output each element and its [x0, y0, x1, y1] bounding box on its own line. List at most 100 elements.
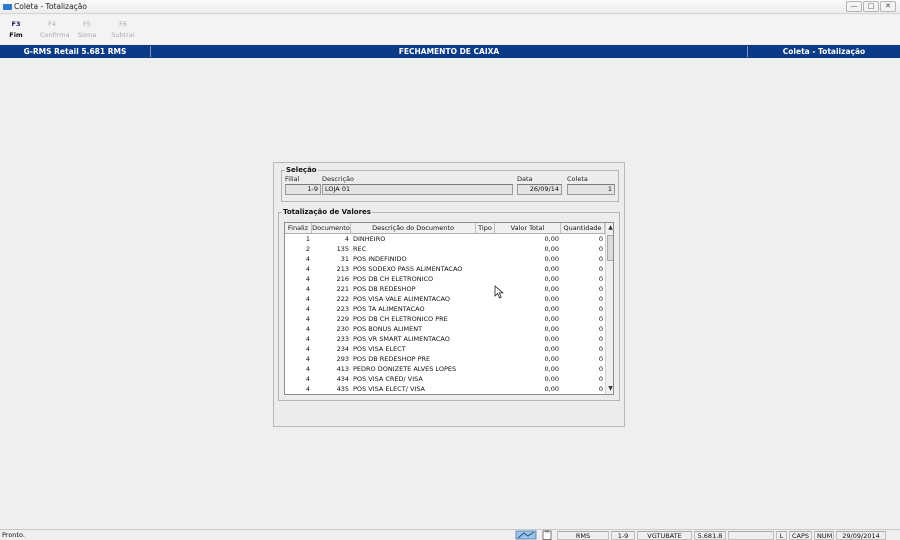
status-message: Pronto.: [2, 531, 25, 539]
cell-documento: 221: [336, 285, 349, 293]
cell-valor-total: 0,00: [544, 275, 559, 283]
cell-descricao: POS VISA VALE ALIMENTACAO: [353, 295, 450, 303]
grid-header: Finaliz Documento Descrição do Documento…: [285, 223, 605, 234]
cell-quantidade: 0: [598, 335, 603, 343]
f6-subtrai-button[interactable]: F6 Subtrai: [111, 19, 135, 41]
table-row[interactable]: 2 135 REC 0,00 0: [285, 244, 605, 254]
screen-title: FECHAMENTO DE CAIXA: [398, 47, 500, 56]
cell-valor-total: 0,00: [544, 265, 559, 273]
cell-finaliz: 4: [305, 345, 310, 353]
cell-valor-total: 0,00: [544, 375, 559, 383]
cell-valor-total: 0,00: [544, 315, 559, 323]
cell-documento: 213: [336, 265, 349, 273]
cell-documento: 31: [340, 255, 349, 263]
col-valor-header[interactable]: Valor Total: [495, 223, 561, 233]
cell-finaliz: 2: [305, 245, 310, 253]
scroll-thumb[interactable]: [607, 235, 613, 261]
table-row[interactable]: 4 233 POS VR SMART ALIMENTACAO 0,00 0: [285, 334, 605, 344]
cell-documento: 434: [336, 375, 349, 383]
cell-quantidade: 0: [598, 265, 603, 273]
cell-tipo: [476, 274, 495, 284]
f6-key: F6: [119, 20, 127, 28]
status-bar: Pronto. RMS 1-9 VGTUBATE 5.681.8 L CAPS …: [0, 529, 900, 540]
cell-documento: 413: [336, 365, 349, 373]
table-row[interactable]: 4 230 POS BONUS ALIMENT 0,00 0: [285, 324, 605, 334]
cell-descricao: PEDRO DONIZETE ALVES LOPES: [353, 365, 457, 373]
data-field[interactable]: 26/09/14: [517, 184, 562, 195]
coleta-field[interactable]: 1: [567, 184, 615, 195]
window-title: Coleta - Totalização: [14, 2, 87, 11]
cell-tipo: [476, 264, 495, 274]
table-row[interactable]: 4 222 POS VISA VALE ALIMENTACAO 0,00 0: [285, 294, 605, 304]
col-finaliz-header[interactable]: Finaliz: [285, 223, 312, 233]
status-caps: CAPS: [789, 531, 812, 540]
filial-field[interactable]: 1-9: [285, 184, 321, 195]
maximize-button[interactable]: □: [863, 1, 879, 12]
data-label: Data: [517, 175, 533, 183]
cell-descricao: POS VISA ELECT: [353, 345, 406, 353]
cell-quantidade: 0: [598, 295, 603, 303]
table-row[interactable]: 4 234 POS VISA ELECT 0,00 0: [285, 344, 605, 354]
cell-tipo: [476, 384, 495, 394]
cell-descricao: POS VISA CRED/ VISA: [353, 375, 423, 383]
cell-documento: 293: [336, 355, 349, 363]
col-quantidade-header[interactable]: Quantidade: [561, 223, 605, 233]
scroll-up-icon[interactable]: ▲: [606, 223, 613, 233]
f5-soma-button[interactable]: F5 Soma: [75, 19, 99, 41]
table-row[interactable]: 1 4 DINHEIRO 0,00 0: [285, 234, 605, 244]
cell-descricao: POS DB CH ELETRONICO PRE: [353, 315, 448, 323]
table-row[interactable]: 4 434 POS VISA CRED/ VISA 0,00 0: [285, 374, 605, 384]
cell-quantidade: 0: [598, 305, 603, 313]
status-system: RMS: [557, 531, 609, 540]
minimize-button[interactable]: —: [846, 1, 862, 12]
cell-tipo: [476, 324, 495, 334]
cell-quantidade: 0: [598, 285, 603, 293]
cell-finaliz: 4: [305, 385, 310, 393]
cell-finaliz: 4: [305, 315, 310, 323]
cell-quantidade: 0: [598, 355, 603, 363]
cell-descricao: POS SODEXO PASS ALIMENTACAO: [353, 265, 463, 273]
cell-tipo: [476, 344, 495, 354]
filial-label: Filial: [285, 175, 300, 183]
f3-fim-button[interactable]: F3 Fim: [4, 19, 28, 41]
grid-vertical-scrollbar[interactable]: ▲ ▼: [605, 223, 613, 394]
col-descricao-header[interactable]: Descrição do Documento: [351, 223, 476, 233]
clipboard-icon: [542, 530, 552, 540]
table-row[interactable]: 4 213 POS SODEXO PASS ALIMENTACAO 0,00 0: [285, 264, 605, 274]
table-row[interactable]: 4 229 POS DB CH ELETRONICO PRE 0,00 0: [285, 314, 605, 324]
descricao-field[interactable]: LOJA 01: [322, 184, 513, 195]
selecao-legend: Seleção: [286, 166, 317, 174]
cell-documento: 435: [336, 385, 349, 393]
cell-descricao: POS INDEFINIDO: [353, 255, 407, 263]
totalizacao-grid[interactable]: Finaliz Documento Descrição do Documento…: [284, 222, 614, 395]
table-row[interactable]: 4 435 POS VISA ELECT/ VISA 0,00 0: [285, 384, 605, 394]
table-row[interactable]: 4 223 POS TA ALIMENTACAO 0,00 0: [285, 304, 605, 314]
status-empty: [728, 531, 774, 540]
f4-confirma-button[interactable]: F4 Confirma: [40, 19, 70, 41]
table-row[interactable]: 4 31 POS INDEFINIDO 0,00 0: [285, 254, 605, 264]
mouse-pointer-icon: [494, 285, 504, 299]
cell-quantidade: 0: [598, 235, 603, 243]
table-row[interactable]: 4 413 PEDRO DONIZETE ALVES LOPES 0,00 0: [285, 364, 605, 374]
scroll-down-icon[interactable]: ▼: [606, 384, 613, 394]
table-row[interactable]: 4 216 POS DB CH ELETRONICO 0,00 0: [285, 274, 605, 284]
system-name: G-RMS Retail 5.681 RMS: [23, 47, 127, 56]
f3-label: Fim: [9, 31, 23, 39]
f5-key: F5: [83, 20, 91, 28]
cell-tipo: [476, 284, 495, 294]
col-documento-header[interactable]: Documento: [312, 223, 351, 233]
cell-finaliz: 4: [305, 285, 310, 293]
status-filial: 1-9: [611, 531, 635, 540]
col-tipo-header[interactable]: Tipo: [476, 223, 495, 233]
cell-finaliz: 1: [305, 235, 310, 243]
cell-valor-total: 0,00: [544, 245, 559, 253]
cell-descricao: POS DB REDESHOP: [353, 285, 416, 293]
cell-finaliz: 4: [305, 325, 310, 333]
close-button[interactable]: ✕: [880, 1, 896, 12]
cell-tipo: [476, 304, 495, 314]
cell-quantidade: 0: [598, 325, 603, 333]
f4-key: F4: [48, 20, 56, 28]
table-row[interactable]: 4 221 POS DB REDESHOP 0,00 0: [285, 284, 605, 294]
table-row[interactable]: 4 293 POS DB REDESHOP PRE 0,00 0: [285, 354, 605, 364]
cell-documento: 233: [336, 335, 349, 343]
